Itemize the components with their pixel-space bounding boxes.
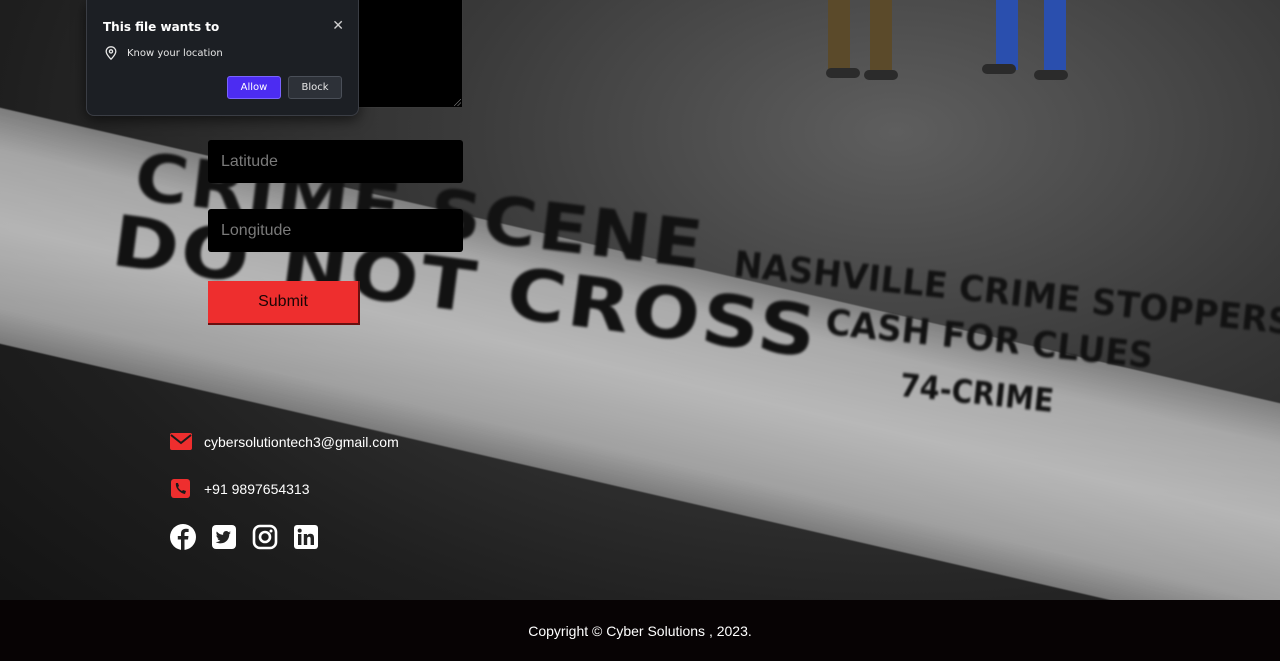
contact-email-row: cybersolutiontech3@gmail.com — [170, 432, 399, 452]
instagram-icon[interactable] — [252, 524, 278, 550]
facebook-icon[interactable] — [170, 524, 196, 550]
linkedin-icon[interactable] — [293, 524, 319, 550]
popup-title: This file wants to — [103, 20, 220, 34]
contact-phone[interactable]: +91 9897654313 — [204, 481, 310, 497]
footer: Copyright © Cyber Solutions , 2023. — [0, 600, 1280, 661]
location-pin-icon — [105, 46, 117, 60]
social-links — [170, 524, 319, 550]
latitude-input[interactable] — [208, 140, 463, 183]
copyright-text: Copyright © Cyber Solutions , 2023. — [528, 622, 752, 639]
twitter-icon[interactable] — [211, 524, 237, 550]
permission-item-location: Know your location — [105, 46, 223, 60]
location-permission-popup: This file wants to ✕ Know your location … — [86, 0, 359, 116]
envelope-icon — [170, 433, 192, 450]
contact-phone-row: +91 9897654313 — [170, 479, 310, 499]
allow-button[interactable]: Allow — [227, 76, 281, 99]
resize-grip-icon[interactable] — [454, 99, 461, 106]
block-button[interactable]: Block — [288, 76, 342, 99]
page: CRIME SCENE DO NOT CROSS NASHVILLE CRIME… — [0, 0, 1280, 661]
close-icon[interactable]: ✕ — [332, 18, 344, 34]
submit-button[interactable]: Submit — [208, 281, 360, 325]
longitude-input[interactable] — [208, 209, 463, 252]
phone-icon — [171, 479, 190, 498]
permission-label: Know your location — [127, 47, 223, 59]
contact-email[interactable]: cybersolutiontech3@gmail.com — [204, 434, 399, 450]
